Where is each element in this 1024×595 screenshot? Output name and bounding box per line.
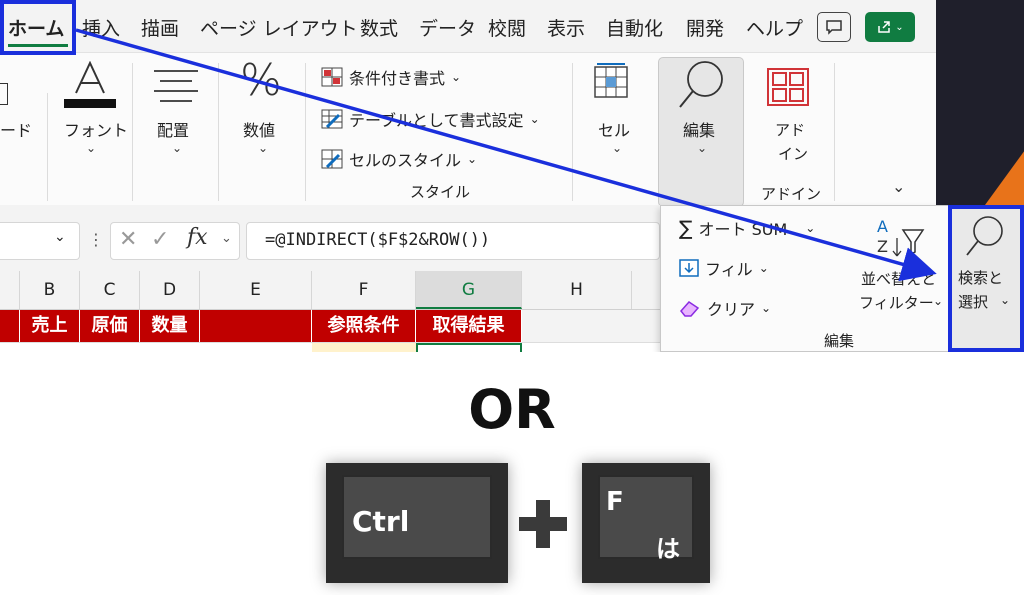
- or-label: OR: [468, 378, 556, 441]
- ctrl-key: Ctrl: [326, 463, 508, 583]
- excel-screenshot: ホーム 挿入 描画 ページ レイアウト 数式 データ 校閲 表示 自動化 開発 …: [0, 0, 1024, 352]
- f-key: F は: [582, 463, 710, 583]
- arrow-overlay: [75, 28, 937, 282]
- pointer-arrow: [75, 28, 937, 282]
- plus-icon: [519, 500, 567, 548]
- f-key-label: F: [606, 487, 624, 517]
- f-key-kana: は: [656, 535, 680, 563]
- ctrl-key-label: Ctrl: [352, 505, 410, 538]
